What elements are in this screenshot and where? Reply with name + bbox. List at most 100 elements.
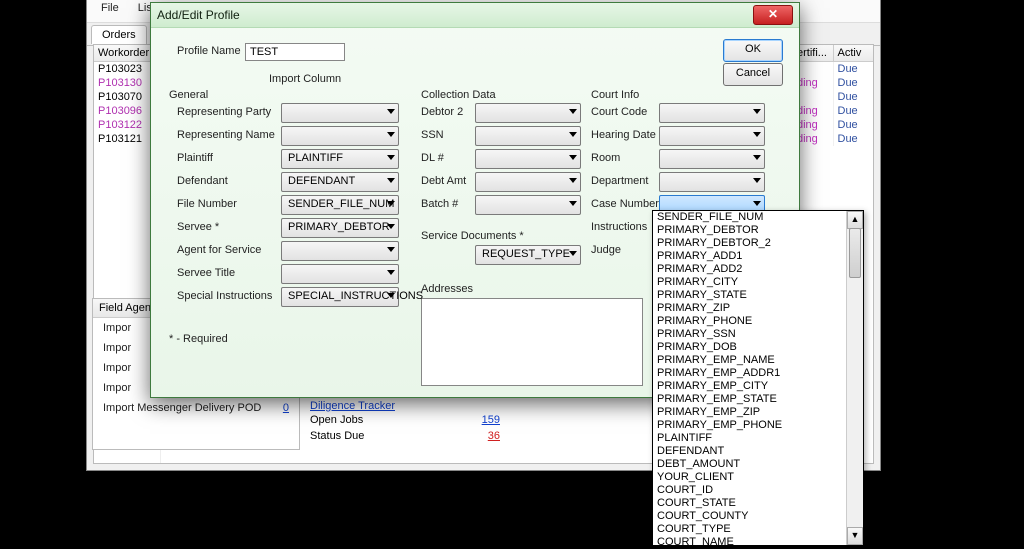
chevron-down-icon	[753, 178, 761, 183]
combo-representing-name[interactable]	[281, 126, 399, 146]
field-label: Case Number	[591, 198, 659, 210]
dropdown-option[interactable]: SENDER_FILE_NUM	[653, 211, 863, 224]
service-documents-combo[interactable]: REQUEST_TYPE	[475, 245, 581, 265]
service-documents-label: Service Documents *	[421, 230, 524, 242]
dropdown-option[interactable]: PRIMARY_EMP_NAME	[653, 354, 863, 367]
case-number-dropdown-list[interactable]: SENDER_FILE_NUMPRIMARY_DEBTORPRIMARY_DEB…	[652, 210, 864, 546]
combo-debtor-2[interactable]	[475, 103, 581, 123]
chevron-down-icon	[387, 201, 395, 206]
combo-defendant[interactable]: DEFENDANT	[281, 172, 399, 192]
chevron-down-icon	[387, 155, 395, 160]
dropdown-option[interactable]: DEBT_AMOUNT	[653, 458, 863, 471]
field-label: Hearing Date	[591, 129, 656, 141]
combo-hearing-date[interactable]	[659, 126, 765, 146]
dropdown-option[interactable]: COURT_STATE	[653, 497, 863, 510]
dropdown-option[interactable]: PRIMARY_EMP_CITY	[653, 380, 863, 393]
grid-row[interactable]: Due	[793, 62, 873, 76]
field-label: Debtor 2	[421, 106, 463, 118]
dropdown-option[interactable]: PRIMARY_EMP_STATE	[653, 393, 863, 406]
combo-batch-[interactable]	[475, 195, 581, 215]
field-label: Servee Title	[177, 267, 235, 279]
stats-link[interactable]: 159	[482, 414, 500, 426]
field-label: DL #	[421, 152, 444, 164]
combo-ssn[interactable]	[475, 126, 581, 146]
dropdown-option[interactable]: PLAINTIFF	[653, 432, 863, 445]
menu-file[interactable]: File	[93, 2, 127, 14]
field-label: Instructions	[591, 221, 647, 233]
dropdown-option[interactable]: PRIMARY_EMP_ADDR1	[653, 367, 863, 380]
dropdown-option[interactable]: PRIMARY_ZIP	[653, 302, 863, 315]
dropdown-option[interactable]: COURT_ID	[653, 484, 863, 497]
ok-button[interactable]: OK	[723, 39, 783, 62]
combo-room[interactable]	[659, 149, 765, 169]
dropdown-option[interactable]: PRIMARY_DOB	[653, 341, 863, 354]
dropdown-option[interactable]: PRIMARY_ADD2	[653, 263, 863, 276]
combo-agent-for-service[interactable]	[281, 241, 399, 261]
col-activ[interactable]: Activ	[833, 45, 874, 61]
dropdown-option[interactable]: COURT_COUNTY	[653, 510, 863, 523]
diligence-tracker-link[interactable]: Diligence Tracker	[310, 400, 500, 412]
dropdown-option[interactable]: COURT_TYPE	[653, 523, 863, 536]
dropdown-option[interactable]: COURT_NAME	[653, 536, 863, 546]
field-label: File Number	[177, 198, 237, 210]
chevron-down-icon	[387, 109, 395, 114]
field-label: Room	[591, 152, 620, 164]
dropdown-option[interactable]: YOUR_CLIENT	[653, 471, 863, 484]
dropdown-scrollbar[interactable]: ▲ ▼	[846, 211, 863, 545]
combo-file-number[interactable]: SENDER_FILE_NUM	[281, 195, 399, 215]
combo-department[interactable]	[659, 172, 765, 192]
scroll-up-button[interactable]: ▲	[847, 211, 863, 229]
dialog-titlebar[interactable]: Add/Edit Profile ✕	[151, 3, 799, 28]
section-general: General	[169, 89, 208, 101]
dropdown-option[interactable]: PRIMARY_ADD1	[653, 250, 863, 263]
dropdown-option[interactable]: PRIMARY_STATE	[653, 289, 863, 302]
combo-court-code[interactable]	[659, 103, 765, 123]
dropdown-option[interactable]: PRIMARY_EMP_PHONE	[653, 419, 863, 432]
dialog-title: Add/Edit Profile	[157, 8, 753, 22]
dropdown-option[interactable]: PRIMARY_EMP_ZIP	[653, 406, 863, 419]
scroll-thumb[interactable]	[849, 228, 861, 278]
grid-row[interactable]: Due	[793, 90, 873, 104]
section-court: Court Info	[591, 89, 639, 101]
tab-orders[interactable]: Orders	[91, 25, 147, 44]
grid-row[interactable]: dingDue	[793, 104, 873, 118]
dropdown-option[interactable]: PRIMARY_DEBTOR_2	[653, 237, 863, 250]
stats-row: Open Jobs159	[310, 412, 500, 428]
dropdown-option[interactable]: PRIMARY_PHONE	[653, 315, 863, 328]
profile-name-input[interactable]	[245, 43, 345, 61]
field-label: Representing Party	[177, 106, 271, 118]
dropdown-option[interactable]: PRIMARY_CITY	[653, 276, 863, 289]
chevron-down-icon	[569, 178, 577, 183]
close-button[interactable]: ✕	[753, 5, 793, 25]
import-column-header: Import Column	[269, 73, 341, 85]
field-label: Batch #	[421, 198, 458, 210]
field-agent-row: Import Messenger Delivery POD0	[93, 398, 299, 418]
grid-row[interactable]: dingDue	[793, 132, 873, 146]
dropdown-option[interactable]: PRIMARY_DEBTOR	[653, 224, 863, 237]
combo-servee-title[interactable]	[281, 264, 399, 284]
chevron-down-icon	[569, 251, 577, 256]
chevron-down-icon	[753, 201, 761, 206]
scroll-down-button[interactable]: ▼	[847, 527, 863, 545]
grid-row[interactable]: dingDue	[793, 76, 873, 90]
field-label: Special Instructions	[177, 290, 272, 302]
combo-plaintiff[interactable]: PLAINTIFF	[281, 149, 399, 169]
field-agent-link[interactable]: 0	[283, 402, 289, 414]
dropdown-option[interactable]: PRIMARY_SSN	[653, 328, 863, 341]
chevron-down-icon	[569, 132, 577, 137]
required-footnote: * - Required	[169, 333, 228, 345]
chevron-down-icon	[387, 132, 395, 137]
combo-representing-party[interactable]	[281, 103, 399, 123]
combo-debt-amt[interactable]	[475, 172, 581, 192]
addresses-textarea[interactable]	[421, 298, 643, 386]
cancel-button[interactable]: Cancel	[723, 63, 783, 86]
combo-special-instructions[interactable]: SPECIAL_INSTRUCTIONS	[281, 287, 399, 307]
combo-dl-[interactable]	[475, 149, 581, 169]
chevron-down-icon	[753, 155, 761, 160]
stats-link[interactable]: 36	[488, 430, 500, 442]
grid-row[interactable]: dingDue	[793, 118, 873, 132]
field-label: Plaintiff	[177, 152, 213, 164]
chevron-down-icon	[569, 109, 577, 114]
combo-servee-[interactable]: PRIMARY_DEBTOR	[281, 218, 399, 238]
dropdown-option[interactable]: DEFENDANT	[653, 445, 863, 458]
